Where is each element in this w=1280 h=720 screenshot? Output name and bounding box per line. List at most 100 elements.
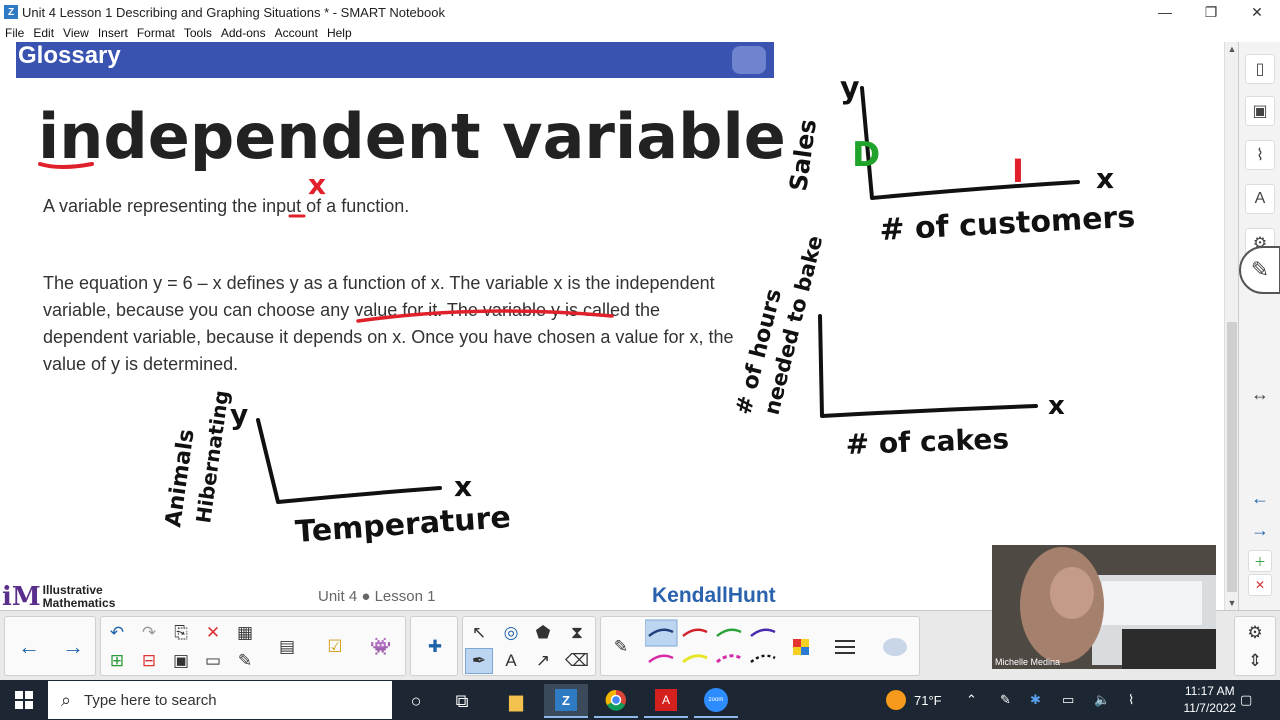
graph1-axes <box>256 418 442 504</box>
new-page-icon[interactable]: ⊞ <box>103 648 131 674</box>
paste-icon[interactable]: ⎘ <box>167 620 195 646</box>
webcam-frame <box>992 545 1216 669</box>
pen-type-icon[interactable]: ✎ <box>607 634 635 660</box>
delete-page-icon-2[interactable]: ⊟ <box>135 648 163 674</box>
menu-help[interactable]: Help <box>327 26 352 40</box>
graph1-xlabel: Temperature <box>294 500 512 550</box>
menu-account[interactable]: Account <box>275 26 318 40</box>
menu-insert[interactable]: Insert <box>98 26 128 40</box>
response-icon[interactable]: ☑ <box>321 634 349 660</box>
dock-arrows-icon[interactable]: ↔ <box>1247 384 1273 404</box>
network-icon[interactable]: ⌇ <box>1128 680 1134 720</box>
pens-icon[interactable]: ✒ <box>465 648 493 674</box>
pen-swatches[interactable] <box>645 617 955 677</box>
properties-icon[interactable]: A <box>1245 184 1275 214</box>
graph2-ylabel: Sales <box>784 117 822 192</box>
redo-icon[interactable]: ↷ <box>135 620 163 646</box>
graph3-axes <box>818 314 1038 418</box>
taskbar-clock[interactable]: 11:17 AM 11/7/2022 <box>1184 683 1237 717</box>
graph2-xlabel: # of customers <box>879 200 1136 248</box>
windows-start-icon[interactable] <box>0 680 48 720</box>
taskbar: ⌕ Type here to search ○ ⧉ ▆ Z A zoom 71°… <box>0 680 1280 720</box>
add-page-icon[interactable]: ＋ <box>1248 550 1272 572</box>
vertical-scrollbar[interactable]: ▲ ▼ <box>1224 42 1238 610</box>
previous-page-icon[interactable]: ← <box>1247 488 1273 508</box>
attachments-icon[interactable]: ⌇ <box>1245 140 1275 170</box>
puzzle-icon[interactable]: ✚ <box>421 634 449 660</box>
task-view-icon[interactable]: ⧉ <box>440 684 484 718</box>
delete-icon[interactable]: ✕ <box>199 620 227 646</box>
weather-temp: 71°F <box>914 692 942 708</box>
page-sorter-icon[interactable]: ▯ <box>1245 54 1275 84</box>
phrase-underline <box>356 309 614 323</box>
pen-icon[interactable]: ✎ <box>1239 246 1280 294</box>
tray-chevron-icon[interactable]: ⌃ <box>966 680 977 720</box>
menu-addons[interactable]: Add-ons <box>221 26 266 40</box>
scroll-up-icon[interactable]: ▲ <box>1225 42 1239 56</box>
shapes-icon[interactable]: ◎ <box>497 620 525 646</box>
battery-icon[interactable]: ▭ <box>1062 680 1074 720</box>
line-icon[interactable]: ↗ <box>529 648 557 674</box>
chrome-icon[interactable] <box>594 684 638 718</box>
text-icon[interactable]: A <box>497 648 525 674</box>
minimize-button[interactable]: — <box>1142 0 1188 24</box>
zoom-icon[interactable]: zoom <box>694 684 738 718</box>
pen-tray-icon[interactable]: ✎ <box>1000 680 1011 720</box>
graph2-x-label: x <box>1096 162 1114 195</box>
ink-layer[interactable]: x y x Animals Hibernating Temperature y … <box>0 42 1224 610</box>
regular-polygon-icon[interactable]: ⬟ <box>529 620 557 646</box>
taskbar-search[interactable]: ⌕ Type here to search <box>48 681 392 719</box>
next-page-button[interactable]: → <box>59 634 87 660</box>
menu-bar: File Edit View Insert Format Tools Add-o… <box>0 24 1280 42</box>
next-page-icon[interactable]: → <box>1247 520 1273 540</box>
pen-styles-group: ✎ <box>600 616 920 676</box>
notifications-icon[interactable]: ▢ <box>1240 680 1252 720</box>
settings-gear-icon[interactable]: ⚙ <box>1241 620 1269 646</box>
clock-date: 11/7/2022 <box>1183 701 1237 715</box>
menu-file[interactable]: File <box>5 26 24 40</box>
lab-activities-icon[interactable]: 👾 <box>367 634 395 660</box>
edit-group: ↶ ↷ ⎘ ✕ ▦ ⊞ ⊟ ▣ ▭ ✎ ▤ ☑ 👾 <box>100 616 406 676</box>
delete-page-icon[interactable]: ✕ <box>1248 574 1272 596</box>
table-icon[interactable]: ▦ <box>231 620 259 646</box>
scroll-down-icon[interactable]: ▼ <box>1225 596 1239 610</box>
graph2-i-label: I <box>1012 152 1024 190</box>
side-toolbar: ▯ ▣ ⌇ A ⚙ ✎ ↔ ← → ＋ ✕ <box>1238 42 1280 610</box>
menu-format[interactable]: Format <box>137 26 175 40</box>
fill-icon[interactable]: ⧗ <box>563 620 591 646</box>
menu-view[interactable]: View <box>63 26 89 40</box>
previous-page-button[interactable]: ← <box>15 634 43 660</box>
select-icon[interactable]: ↖ <box>465 620 493 646</box>
menu-edit[interactable]: Edit <box>33 26 54 40</box>
gallery-icon[interactable]: ▣ <box>1245 96 1275 126</box>
ink-x-mark: x <box>308 168 326 201</box>
search-placeholder: Type here to search <box>84 691 217 709</box>
notebook-canvas[interactable]: Glossary independent variable A variable… <box>0 42 1224 612</box>
clear-ink-icon[interactable]: ✎ <box>231 648 259 674</box>
bluetooth-icon[interactable]: ✱ <box>1030 680 1041 720</box>
toolbar-move-icon[interactable]: ⇕ <box>1241 648 1269 674</box>
fill-effects-icon <box>883 638 907 656</box>
pen-swatch-selected <box>645 619 678 647</box>
acrobat-icon[interactable]: A <box>644 684 688 718</box>
tools-group: ↖ ◎ ⬟ ⧗ ✒ A ↗ ⌫ <box>462 616 596 676</box>
undo-icon[interactable]: ↶ <box>103 620 131 646</box>
eraser-icon[interactable]: ⌫ <box>563 648 591 674</box>
weather-widget[interactable]: 71°F <box>886 680 942 720</box>
menu-tools[interactable]: Tools <box>184 26 212 40</box>
cortana-icon[interactable]: ○ <box>394 684 438 718</box>
heading-underline <box>38 162 94 169</box>
smart-notebook-taskbar-icon[interactable]: Z <box>544 684 588 718</box>
display-icon[interactable]: ▤ <box>273 634 301 660</box>
close-button[interactable]: ✕ <box>1234 0 1280 24</box>
file-explorer-icon[interactable]: ▆ <box>494 684 538 718</box>
screen-shade-icon[interactable]: ▭ <box>199 648 227 674</box>
addons-group: ✚ <box>410 616 458 676</box>
restore-button[interactable]: ❐ <box>1188 0 1234 24</box>
nav-group: ← → <box>4 616 96 676</box>
scroll-thumb[interactable] <box>1227 322 1237 592</box>
volume-icon[interactable]: 🔈 <box>1094 680 1110 720</box>
save-icon[interactable]: ▣ <box>167 648 195 674</box>
weather-sun-icon <box>886 690 906 710</box>
graph3-xlabel: # of cakes <box>845 422 1009 461</box>
